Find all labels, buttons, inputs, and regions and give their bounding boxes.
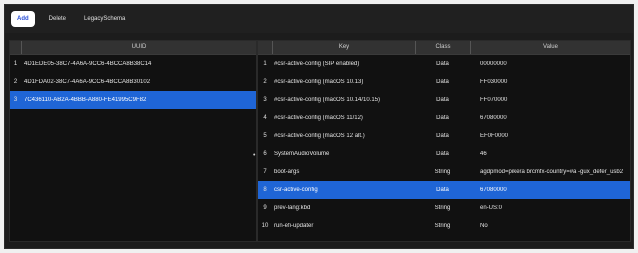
key-column-header[interactable]: Key (272, 41, 415, 54)
uuid-row[interactable]: 1 4D1EDE05-38C7-4A6A-9CC6-4BCCA8B38C14 (10, 55, 256, 73)
uuid-row[interactable]: 3 7C436110-AB2A-4BBB-A880-FE41995C9F82 (10, 91, 256, 109)
key-cell[interactable]: SystemAudioVolume (272, 151, 415, 157)
key-cell[interactable]: run-efi-updater (272, 223, 415, 229)
uuid-rows: 1 4D1EDE05-38C7-4A6A-9CC6-4BCCA8B38C14 2 4D… (10, 55, 256, 109)
class-cell[interactable]: Data (415, 115, 470, 121)
key-cell[interactable]: csr-active-config (272, 187, 415, 193)
row-index: 10 (261, 223, 269, 229)
row-index: 5 (263, 133, 267, 139)
class-cell[interactable]: Data (415, 61, 470, 67)
kv-row[interactable]: 10 run-efi-updater String No (258, 217, 630, 235)
row-index: 2 (13, 79, 18, 85)
value-cell[interactable]: 67080000 (470, 187, 630, 193)
uuid-column-header[interactable]: UUID (21, 41, 256, 54)
uuid-table: UUID 1 4D1EDE05-38C7-4A6A-9CC6-4BCCA8B38C… (9, 40, 257, 242)
row-index: 4 (263, 115, 267, 121)
app-window: Add Delete LegacySchema UUID 1 4D1EDE05-3… (4, 4, 634, 249)
index-column-header (258, 41, 272, 54)
key-cell[interactable]: prev-lang:kbd (272, 205, 415, 211)
row-index: 3 (13, 97, 18, 103)
class-cell[interactable]: String (415, 205, 470, 211)
row-index: 6 (263, 151, 267, 157)
kv-row[interactable]: 1 #csr-active-config (SIP enabled) Data 000… (258, 55, 630, 73)
class-cell[interactable]: Data (415, 187, 470, 193)
delete-button[interactable]: Delete (45, 12, 70, 26)
key-cell[interactable]: #csr-active-config (SIP enabled) (272, 61, 415, 67)
value-cell[interactable]: 00000000 (470, 61, 630, 67)
kv-row[interactable]: 8 csr-active-config Data 67080000 (258, 181, 630, 199)
class-cell[interactable]: Data (415, 151, 470, 157)
value-cell[interactable]: FF070000 (470, 97, 630, 103)
row-index: 8 (263, 187, 267, 193)
row-index: 9 (263, 205, 267, 211)
uuid-row[interactable]: 2 4D1FDA02-38C7-4A6A-9CC6-4BCCA8B30102 (10, 73, 256, 91)
class-cell[interactable]: String (415, 169, 470, 175)
value-column-header[interactable]: Value (470, 41, 630, 54)
kv-table-header: Key Class Value (258, 41, 630, 55)
legacy-schema-button[interactable]: LegacySchema (80, 12, 129, 26)
value-cell[interactable]: agdpmod=pikera brcmfx-country=#a -gux_de… (470, 169, 630, 175)
value-cell[interactable]: 67080000 (470, 115, 630, 121)
key-cell[interactable]: boot-args (272, 169, 415, 175)
class-column-header[interactable]: Class (415, 41, 470, 54)
kv-row[interactable]: 9 prev-lang:kbd String en-US:0 (258, 199, 630, 217)
class-cell[interactable]: Data (415, 79, 470, 85)
row-index: 7 (263, 169, 267, 175)
add-button[interactable]: Add (11, 11, 35, 27)
index-column-header (10, 41, 21, 54)
class-cell[interactable]: Data (415, 97, 470, 103)
kv-row[interactable]: 6 SystemAudioVolume Data 46 (258, 145, 630, 163)
row-index: 2 (263, 79, 267, 85)
row-index: 3 (263, 97, 267, 103)
row-marker: • (253, 152, 256, 159)
toolbar: Add Delete LegacySchema (5, 5, 633, 33)
key-cell[interactable]: #csr-active-config (macOS 11/12) (272, 115, 415, 121)
value-cell[interactable]: FF030000 (470, 79, 630, 85)
kv-row[interactable]: 3 #csr-active-config (macOS 10.14/10.15) D… (258, 91, 630, 109)
row-index: 1 (263, 61, 267, 67)
key-cell[interactable]: #csr-active-config (macOS 10.13) (272, 79, 415, 85)
class-cell[interactable]: Data (415, 133, 470, 139)
class-cell[interactable]: String (415, 223, 470, 229)
key-value-table: Key Class Value 1 #csr-active-config (SIP… (257, 40, 631, 242)
kv-row[interactable]: 2 #csr-active-config (macOS 10.13) Data FF0… (258, 73, 630, 91)
kv-rows: 1 #csr-active-config (SIP enabled) Data 000… (258, 55, 630, 235)
kv-row[interactable]: 5 #csr-active-config (macOS 12 alt.) Data E… (258, 127, 630, 145)
kv-row[interactable]: 4 #csr-active-config (macOS 11/12) Data 670… (258, 109, 630, 127)
key-cell[interactable]: #csr-active-config (macOS 12 alt.) (272, 133, 415, 139)
value-cell[interactable]: 46 (470, 151, 630, 157)
uuid-cell: 7C436110-AB2A-4BBB-A880-FE41995C9F82 (24, 97, 147, 103)
value-cell[interactable]: No (470, 223, 630, 229)
row-index: 1 (13, 61, 18, 67)
uuid-cell: 4D1FDA02-38C7-4A6A-9CC6-4BCCA8B30102 (24, 79, 151, 85)
value-cell[interactable]: en-US:0 (470, 205, 630, 211)
value-cell[interactable]: EF0F0000 (470, 133, 630, 139)
uuid-cell: 4D1EDE05-38C7-4A6A-9CC6-4BCCA8B38C14 (24, 61, 152, 67)
kv-row[interactable]: 7 boot-args String agdpmod=pikera brcmfx-co… (258, 163, 630, 181)
key-cell[interactable]: #csr-active-config (macOS 10.14/10.15) (272, 97, 415, 103)
uuid-table-header: UUID (10, 41, 256, 55)
